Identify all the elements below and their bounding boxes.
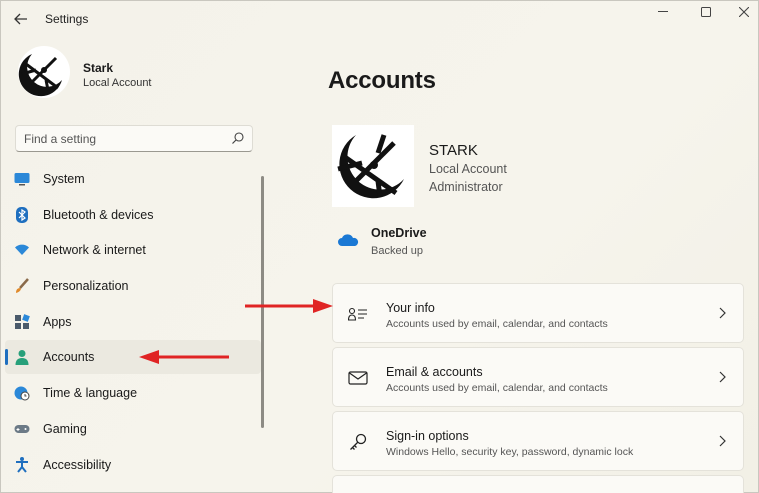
minimize-button[interactable] (646, 3, 680, 21)
back-arrow-icon (14, 13, 27, 25)
key-icon (348, 433, 368, 451)
sidebar-item-label: Personalization (43, 279, 129, 293)
app-title: Settings (45, 12, 89, 26)
monitor-icon (14, 171, 30, 187)
onedrive-title[interactable]: OneDrive (371, 226, 427, 240)
account-avatar (332, 125, 414, 207)
settings-window: Settings Stark Local Account System (0, 0, 759, 493)
search-input[interactable] (24, 130, 224, 148)
sidebar-item-label: System (43, 172, 85, 186)
search-box[interactable] (15, 125, 253, 152)
account-name: STARK (429, 142, 478, 159)
brush-icon (14, 278, 30, 294)
card-title: Sign-in options (386, 429, 469, 443)
profile-name: Stark (83, 61, 114, 75)
wifi-icon (14, 242, 30, 258)
sign-in-options-card[interactable]: Sign-in options Windows Hello, security … (332, 411, 744, 471)
sidebar-item-label: Accounts (43, 350, 95, 364)
close-icon (739, 7, 749, 17)
selection-indicator (5, 349, 8, 365)
card-description: Accounts used by email, calendar, and co… (386, 382, 608, 394)
annotation-arrow-your-info (245, 299, 333, 313)
onedrive-status: Backed up (371, 245, 423, 257)
sidebar-item-personalization[interactable]: Personalization (5, 269, 261, 303)
profile-account-type: Local Account (83, 77, 152, 89)
profile-avatar[interactable] (18, 46, 70, 98)
sidebar-item-label: Bluetooth & devices (43, 208, 154, 222)
mail-icon (348, 369, 368, 387)
search-icon[interactable] (231, 131, 245, 145)
sidebar-item-apps[interactable]: Apps (5, 305, 261, 339)
chevron-right-icon (719, 371, 726, 383)
next-card-partial[interactable] (332, 475, 744, 493)
title-bar: Settings (1, 1, 758, 37)
gamepad-icon (14, 421, 30, 437)
sidebar-item-bluetooth[interactable]: Bluetooth & devices (5, 198, 261, 232)
sidebar-item-accessibility[interactable]: Accessibility (5, 448, 261, 482)
sidebar-item-network[interactable]: Network & internet (5, 233, 261, 267)
sidebar-item-label: Accessibility (43, 458, 112, 472)
close-button[interactable] (727, 3, 759, 21)
annotation-arrow-accounts (139, 350, 229, 364)
minimize-icon (658, 11, 668, 12)
page-title: Accounts (328, 67, 436, 94)
account-type: Local Account (429, 162, 507, 176)
account-role: Administrator (429, 180, 503, 194)
sidebar-item-time-language[interactable]: Time & language (5, 376, 261, 410)
chevron-right-icon (719, 307, 726, 319)
sidebar-item-label: Apps (43, 315, 72, 329)
email-accounts-card[interactable]: Email & accounts Accounts used by email,… (332, 347, 744, 407)
card-description: Windows Hello, security key, password, d… (386, 446, 634, 458)
onedrive-cloud-icon (338, 234, 359, 246)
sidebar-item-label: Gaming (43, 422, 87, 436)
person-icon (14, 349, 30, 365)
maximize-icon (701, 7, 711, 17)
sidebar-item-gaming[interactable]: Gaming (5, 412, 261, 446)
apps-icon (14, 314, 30, 330)
card-title: Your info (386, 301, 435, 315)
person-card-icon (348, 305, 368, 323)
accessibility-icon (14, 457, 30, 473)
maximize-button[interactable] (689, 3, 723, 21)
sidebar-item-label: Network & internet (43, 243, 146, 257)
chevron-right-icon (719, 435, 726, 447)
card-title: Email & accounts (386, 365, 483, 379)
your-info-card[interactable]: Your info Accounts used by email, calend… (332, 283, 744, 343)
card-description: Accounts used by email, calendar, and co… (386, 318, 608, 330)
sidebar-item-system[interactable]: System (5, 162, 261, 196)
sidebar-item-label: Time & language (43, 386, 138, 400)
globe-clock-icon (14, 385, 30, 401)
back-button[interactable] (11, 9, 31, 29)
bluetooth-icon (14, 207, 30, 223)
